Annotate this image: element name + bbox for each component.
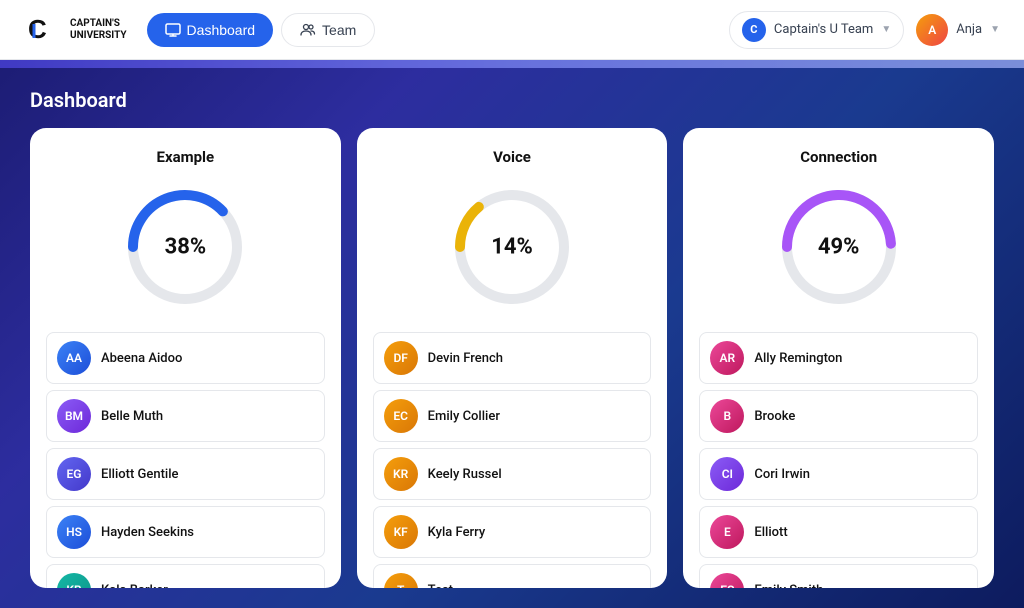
main-content: Dashboard Example 38% AA Abeena Aidoo BM [0, 68, 1024, 608]
person-avatar: KB [57, 573, 91, 588]
donut-wrapper-connection: 49% [699, 182, 978, 312]
svg-text:C: C [28, 14, 47, 44]
person-name: Belle Muth [101, 409, 163, 424]
person-name: Devin French [428, 351, 503, 366]
person-avatar: EC [384, 399, 418, 433]
accent-bar [0, 60, 1024, 68]
person-name: Elliott Gentile [101, 467, 179, 482]
card-connection: Connection 49% AR Ally Remington B Brook… [683, 128, 994, 588]
card-title-voice: Voice [373, 148, 652, 166]
person-avatar: KR [384, 457, 418, 491]
dashboard-nav-label: Dashboard [187, 22, 256, 38]
header: C CAPTAIN'S UNIVERSITY Dashboard Team [0, 0, 1024, 60]
person-item[interactable]: KB Kala Barker [46, 564, 325, 588]
person-name: Abeena Aidoo [101, 351, 182, 366]
person-avatar: AA [57, 341, 91, 375]
person-name: Brooke [754, 409, 795, 424]
donut-wrapper-example: 38% [46, 182, 325, 312]
person-name: Kyla Ferry [428, 525, 486, 540]
team-selector-chevron: ▼ [881, 24, 891, 35]
user-name: Anja [956, 22, 982, 37]
person-name: Hayden Seekins [101, 525, 194, 540]
donut-connection: 49% [774, 182, 904, 312]
person-item[interactable]: EC Emily Collier [373, 390, 652, 442]
person-avatar: CI [710, 457, 744, 491]
person-avatar: KF [384, 515, 418, 549]
cards-container: Example 38% AA Abeena Aidoo BM Belle Mut… [30, 128, 994, 588]
donut-voice: 14% [447, 182, 577, 312]
user-chevron: ▼ [990, 24, 1000, 35]
person-item[interactable]: EG Elliott Gentile [46, 448, 325, 500]
person-name: Emily Smith [754, 583, 823, 589]
card-title-example: Example [46, 148, 325, 166]
donut-percent-connection: 49% [818, 235, 860, 260]
team-nav-label: Team [322, 22, 356, 38]
team-selector-icon: C [742, 18, 766, 42]
person-item[interactable]: KF Kyla Ferry [373, 506, 652, 558]
person-avatar: E [710, 515, 744, 549]
donut-percent-example: 38% [165, 235, 207, 260]
person-item[interactable]: B Brooke [699, 390, 978, 442]
person-item[interactable]: KR Keely Russel [373, 448, 652, 500]
person-item[interactable]: E Elliott [699, 506, 978, 558]
team-selector-label: Captain's U Team [774, 22, 873, 37]
logo-icon: C [24, 10, 64, 50]
person-item[interactable]: AA Abeena Aidoo [46, 332, 325, 384]
person-avatar: AR [710, 341, 744, 375]
person-name: Test [428, 583, 453, 589]
card-example: Example 38% AA Abeena Aidoo BM Belle Mut… [30, 128, 341, 588]
card-title-connection: Connection [699, 148, 978, 166]
person-name: Emily Collier [428, 409, 500, 424]
person-avatar: B [710, 399, 744, 433]
person-name: Elliott [754, 525, 787, 540]
person-avatar: ES [710, 573, 744, 588]
person-item[interactable]: AR Ally Remington [699, 332, 978, 384]
person-item[interactable]: T Test [373, 564, 652, 588]
person-item[interactable]: HS Hayden Seekins [46, 506, 325, 558]
users-icon [300, 22, 316, 38]
person-avatar: DF [384, 341, 418, 375]
card-voice: Voice 14% DF Devin French EC Emily Colli… [357, 128, 668, 588]
donut-percent-voice: 14% [491, 235, 533, 260]
person-avatar: T [384, 573, 418, 588]
dashboard-nav-button[interactable]: Dashboard [147, 13, 274, 47]
user-avatar: A [916, 14, 948, 46]
person-avatar: BM [57, 399, 91, 433]
nav: Dashboard Team [147, 13, 729, 47]
person-name: Cori Irwin [754, 467, 810, 482]
person-item[interactable]: ES Emily Smith [699, 564, 978, 588]
page-title: Dashboard [30, 88, 994, 112]
logo: C CAPTAIN'S UNIVERSITY [24, 10, 127, 50]
user-selector[interactable]: A Anja ▼ [916, 14, 1000, 46]
donut-wrapper-voice: 14% [373, 182, 652, 312]
logo-text: CAPTAIN'S UNIVERSITY [70, 18, 127, 42]
header-right: C Captain's U Team ▼ A Anja ▼ [729, 11, 1000, 49]
person-item[interactable]: CI Cori Irwin [699, 448, 978, 500]
person-avatar: EG [57, 457, 91, 491]
person-name: Ally Remington [754, 351, 842, 366]
person-name: Keely Russel [428, 467, 502, 482]
person-name: Kala Barker [101, 583, 168, 589]
people-list-connection: AR Ally Remington B Brooke CI Cori Irwin… [699, 332, 978, 588]
people-list-voice: DF Devin French EC Emily Collier KR Keel… [373, 332, 652, 588]
team-selector[interactable]: C Captain's U Team ▼ [729, 11, 904, 49]
person-item[interactable]: DF Devin French [373, 332, 652, 384]
person-avatar: HS [57, 515, 91, 549]
donut-example: 38% [120, 182, 250, 312]
people-list-example: AA Abeena Aidoo BM Belle Muth EG Elliott… [46, 332, 325, 588]
person-item[interactable]: BM Belle Muth [46, 390, 325, 442]
team-nav-button[interactable]: Team [281, 13, 375, 47]
monitor-icon [165, 22, 181, 38]
